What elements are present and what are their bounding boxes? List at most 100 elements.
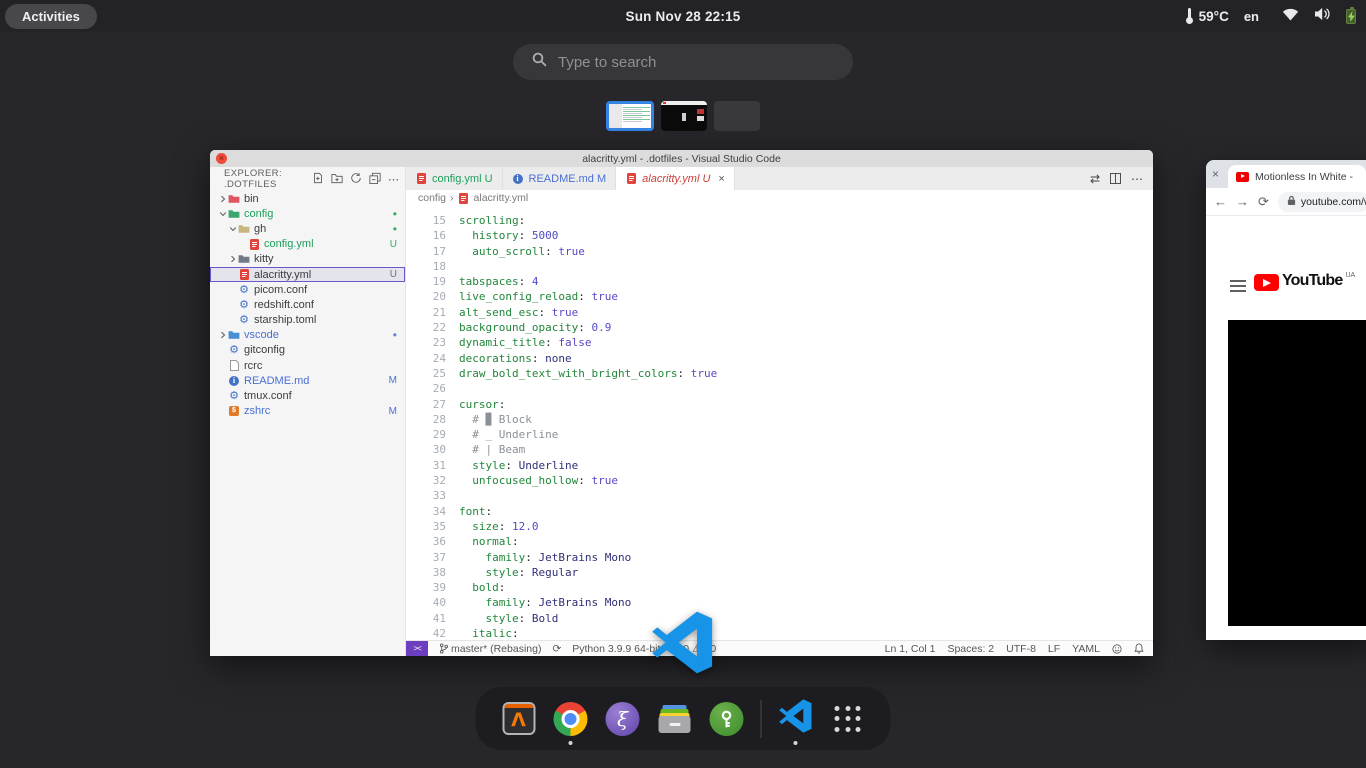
collapse-folders-icon[interactable]: [369, 172, 381, 187]
tree-item-picom-conf[interactable]: ⚙picom.conf: [210, 282, 405, 297]
editor-tab-README-md[interactable]: iREADME.md M: [503, 167, 617, 190]
code-line-29: # _ Underline: [459, 427, 1153, 442]
editor-tab-alacritty-yml[interactable]: alacritty.yml U×: [616, 167, 735, 190]
temperature-value: 59°C: [1199, 9, 1229, 24]
tree-item-starship-toml[interactable]: ⚙starship.toml: [210, 313, 405, 328]
git-status-badge: M: [389, 375, 397, 386]
more-actions-icon[interactable]: ⋯: [388, 173, 399, 186]
status-ln-1-col-1[interactable]: Ln 1, Col 1: [885, 643, 936, 655]
dock-item-app-grid[interactable]: [830, 701, 866, 737]
split-editor-icon[interactable]: [1110, 173, 1121, 184]
code-line-39: bold:: [459, 580, 1153, 595]
workspace-thumbnail-1[interactable]: [606, 101, 654, 131]
yaml-file-icon: [248, 239, 260, 250]
lock-icon: [1287, 193, 1296, 211]
dock-item-passwords[interactable]: [709, 701, 745, 737]
clock[interactable]: Sun Nov 28 22:15: [626, 9, 741, 24]
chrome-active-tab[interactable]: Motionless In White -: [1228, 165, 1366, 188]
workspace-thumbnail-2[interactable]: [661, 101, 707, 131]
tree-item-tmux-conf[interactable]: ⚙tmux.conf: [210, 388, 405, 403]
new-file-icon[interactable]: [312, 172, 324, 187]
tree-item-redshift-conf[interactable]: ⚙redshift.conf: [210, 297, 405, 312]
code-line-21: alt_send_esc: true: [459, 305, 1153, 320]
editor-tab-bar: config.yml UiREADME.md Malacritty.yml U×…: [406, 167, 1153, 190]
volume-icon[interactable]: [1314, 7, 1331, 26]
chrome-window[interactable]: × Motionless In White - ← → ⟳ youtube.co…: [1206, 160, 1366, 640]
address-bar[interactable]: youtube.com/wa: [1278, 192, 1366, 212]
shell-file-icon: $: [228, 406, 240, 416]
status-utf-8[interactable]: UTF-8: [1006, 643, 1036, 655]
vscode-app-icon[interactable]: [651, 611, 714, 674]
breadcrumb-folder[interactable]: config: [418, 192, 446, 204]
open-changes-icon[interactable]: ⇄: [1090, 172, 1100, 186]
workspace-thumbnail-3[interactable]: [714, 101, 760, 131]
chevron-right-icon: [228, 255, 238, 263]
code-line-34: font:: [459, 504, 1153, 519]
code-line-27: cursor:: [459, 397, 1153, 412]
dock-item-alacritty[interactable]: Λ: [501, 701, 537, 737]
back-icon[interactable]: ←: [1214, 195, 1227, 208]
breadcrumb-file[interactable]: alacritty.yml: [474, 192, 529, 204]
alacritty-icon: Λ: [502, 702, 535, 735]
dock-item-files[interactable]: [657, 701, 693, 737]
tree-item-bin[interactable]: bin: [210, 191, 405, 206]
tree-item-README-md[interactable]: iREADME.mdM: [210, 373, 405, 388]
python-interpreter-status[interactable]: Python 3.9.9 64-bit: [572, 643, 660, 655]
dock-item-emacs[interactable]: ξ: [605, 701, 641, 737]
tree-item-rcrc[interactable]: rcrc: [210, 358, 405, 373]
tab-close-icon[interactable]: ×: [718, 173, 724, 185]
search-input[interactable]: [558, 54, 828, 71]
keyboard-layout-indicator[interactable]: en: [1244, 9, 1259, 24]
yaml-file-icon: [625, 173, 637, 184]
code-editor[interactable]: 1516171819202122232425262728293031323334…: [406, 206, 1153, 640]
code-content: scrolling: history: 5000 auto_scroll: tr…: [446, 206, 1153, 640]
notifications-bell-icon[interactable]: [1134, 643, 1144, 654]
code-line-40: family: JetBrains Mono: [459, 595, 1153, 610]
tree-item-config[interactable]: config•: [210, 206, 405, 221]
status-lf[interactable]: LF: [1048, 643, 1060, 655]
vscode-titlebar[interactable]: × alacritty.yml - .dotfiles - Visual Stu…: [210, 150, 1153, 167]
battery-charging-icon[interactable]: [1346, 9, 1356, 24]
wifi-icon[interactable]: [1282, 7, 1299, 26]
tree-item-config-yml[interactable]: config.ymlU: [210, 237, 405, 252]
window-close-button[interactable]: ×: [216, 153, 227, 164]
code-line-26: [459, 381, 1153, 396]
tree-item-kitty[interactable]: kitty: [210, 252, 405, 267]
sync-icon[interactable]: ⟳: [552, 643, 561, 655]
video-player[interactable]: [1228, 320, 1366, 626]
tree-item-gitconfig[interactable]: ⚙gitconfig: [210, 343, 405, 358]
vscode-window[interactable]: × alacritty.yml - .dotfiles - Visual Stu…: [210, 150, 1153, 656]
youtube-country-badge: UA: [1345, 272, 1355, 279]
chrome-tab-strip: × Motionless In White -: [1206, 160, 1366, 188]
youtube-logo[interactable]: YouTube UA: [1254, 272, 1355, 291]
tree-item-alacritty-yml[interactable]: alacritty.ymlU: [210, 267, 405, 282]
menu-hamburger-icon[interactable]: [1230, 280, 1246, 295]
editor-tab-config-yml[interactable]: config.yml U: [406, 167, 503, 190]
gear-file-icon: ⚙: [238, 315, 250, 325]
activities-button[interactable]: Activities: [5, 4, 97, 29]
dock-item-chrome[interactable]: [553, 701, 589, 737]
branch-icon: [439, 643, 448, 654]
thermometer-icon: [1186, 8, 1193, 24]
status-yaml[interactable]: YAML: [1072, 643, 1100, 655]
git-branch-status[interactable]: master* (Rebasing): [439, 643, 541, 655]
tab-close-icon[interactable]: ×: [1212, 167, 1219, 181]
yaml-file-icon: [238, 269, 250, 280]
overview-search[interactable]: [513, 44, 853, 80]
feedback-icon[interactable]: [1112, 644, 1122, 654]
tree-item-vscode[interactable]: vscode•: [210, 328, 405, 343]
git-status-badge: M: [389, 406, 397, 417]
tree-item-zshrc[interactable]: $zshrcM: [210, 404, 405, 419]
tree-item-gh[interactable]: gh•: [210, 221, 405, 236]
breadcrumb[interactable]: config › alacritty.yml: [406, 190, 1153, 206]
code-line-28: # ▉ Block: [459, 412, 1153, 427]
editor-more-actions-icon[interactable]: ⋯: [1131, 172, 1143, 186]
explorer-file-tree: binconfig•gh•config.ymlUkittyalacritty.y…: [210, 191, 405, 656]
forward-icon[interactable]: →: [1236, 195, 1249, 208]
refresh-icon[interactable]: [350, 172, 362, 187]
dock-item-vscode[interactable]: [778, 701, 814, 737]
remote-indicator[interactable]: ><: [406, 641, 428, 657]
reload-icon[interactable]: ⟳: [1258, 195, 1269, 208]
new-folder-icon[interactable]: [331, 172, 343, 187]
status-spaces-2[interactable]: Spaces: 2: [947, 643, 994, 655]
